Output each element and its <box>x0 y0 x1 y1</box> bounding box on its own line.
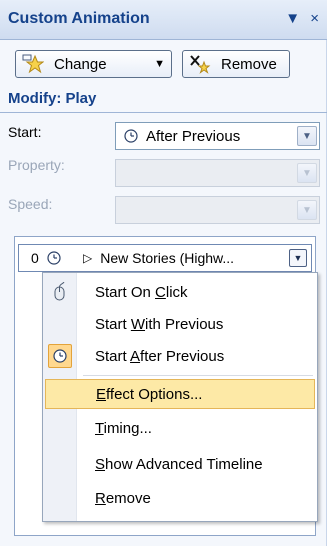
start-label: Start: <box>8 124 42 140</box>
remove-button[interactable]: Remove <box>182 50 290 78</box>
chevron-down-icon: ▼ <box>154 58 165 70</box>
property-select: ▼ <box>115 159 320 187</box>
menu-item-start-with-previous[interactable]: Start With Previous <box>45 309 315 339</box>
pane-controls: ▼ × <box>279 10 319 27</box>
play-icon: ▷ <box>83 251 93 265</box>
speed-select: ▼ <box>115 196 320 224</box>
change-button[interactable]: Change ▼ <box>15 50 172 78</box>
close-icon[interactable]: × <box>310 10 319 27</box>
speed-label: Speed: <box>8 196 53 212</box>
pane-title-bar: Custom Animation ▼ × <box>0 0 327 40</box>
start-select[interactable]: After Previous ▼ <box>115 122 320 150</box>
menu-item-timing[interactable]: Timing... <box>45 413 315 443</box>
menu-item-effect-options[interactable]: Effect Options... <box>45 379 315 409</box>
start-select-value: After Previous <box>146 127 241 145</box>
animation-context-menu: Start On Click Start With Previous Start… <box>42 272 318 522</box>
remove-effect-icon <box>189 54 211 74</box>
mouse-icon <box>45 279 75 305</box>
animation-name: New Stories (Highw... <box>100 250 235 266</box>
menu-separator <box>83 375 313 376</box>
clock-icon <box>124 129 138 143</box>
animation-order: 0 <box>31 250 39 266</box>
chevron-down-icon[interactable]: ▼ <box>289 249 307 267</box>
modify-header: Modify: Play <box>8 90 97 107</box>
remove-button-label: Remove <box>221 55 277 73</box>
property-label: Property: <box>8 157 65 173</box>
menu-item-show-advanced-timeline[interactable]: Show Advanced Timeline <box>45 449 315 479</box>
chevron-down-icon[interactable]: ▼ <box>297 126 317 146</box>
menu-item-start-on-click[interactable]: Start On Click <box>45 277 315 307</box>
custom-animation-pane: Custom Animation ▼ × Change ▼ Remove Mod… <box>0 0 327 546</box>
chevron-down-icon: ▼ <box>297 163 317 183</box>
star-effect-icon <box>22 54 44 74</box>
divider <box>0 112 327 113</box>
clock-icon <box>48 344 72 368</box>
pane-title: Custom Animation <box>8 10 150 27</box>
clock-icon <box>47 251 61 265</box>
menu-item-start-after-previous[interactable]: Start After Previous <box>45 341 315 371</box>
pane-options-dropdown-icon[interactable]: ▼ <box>285 10 300 27</box>
change-button-label: Change <box>54 55 107 73</box>
chevron-down-icon: ▼ <box>297 200 317 220</box>
menu-item-remove[interactable]: Remove <box>45 483 315 513</box>
animation-list-item[interactable]: 0 ▷ New Stories (Highw... ▼ <box>18 244 312 272</box>
